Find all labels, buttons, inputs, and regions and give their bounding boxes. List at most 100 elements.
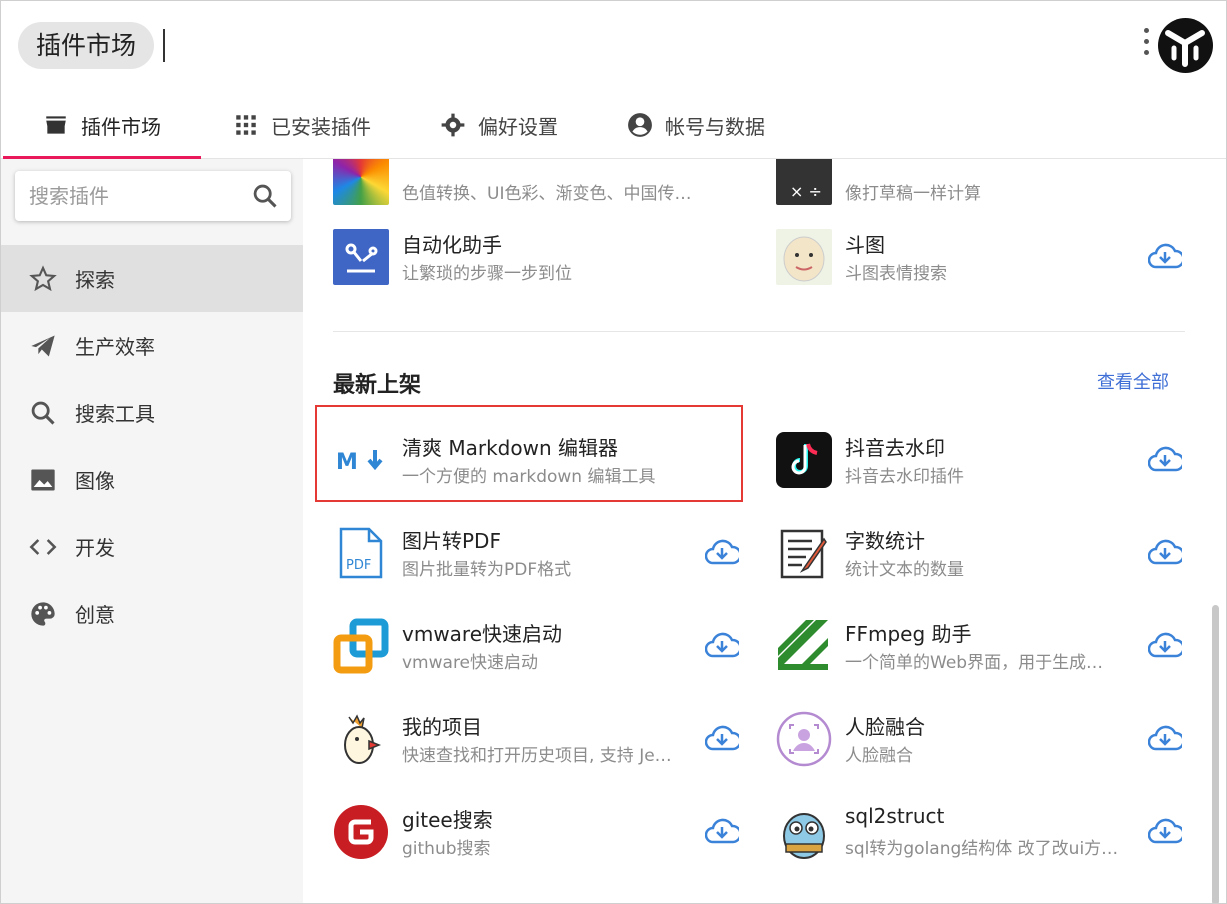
text-caret — [163, 29, 165, 62]
star-icon — [29, 264, 57, 291]
plugin-title: 抖音去水印 — [845, 436, 945, 460]
plugin-desc: 斗图表情搜索 — [845, 264, 947, 284]
download-cloud-icon[interactable] — [1148, 446, 1182, 472]
download-cloud-icon[interactable] — [705, 818, 739, 844]
vmware-icon — [333, 618, 389, 674]
sidebar: 探索 生产效率 搜索工具 图像 开发 创意 — [1, 159, 303, 903]
plugin-card[interactable]: vmware快速启动 vmware快速启动 — [333, 606, 753, 686]
tab-account-data[interactable]: 帐号与数据 — [627, 91, 765, 159]
plugin-card[interactable]: 色值转换、UI色彩、渐变色、中国传统… — [333, 159, 753, 217]
plugin-title: sql2struct — [845, 804, 945, 828]
plugin-card[interactable]: 自动化助手 让繁琐的步骤一步到位 — [333, 217, 753, 297]
plugin-card[interactable]: × ÷ 像打草稿一样计算 — [776, 159, 1196, 217]
download-cloud-icon[interactable] — [1148, 725, 1182, 751]
tab-label: 帐号与数据 — [665, 114, 765, 139]
download-cloud-icon[interactable] — [1148, 818, 1182, 844]
plugin-card[interactable]: 字数统计 统计文本的数量 — [776, 513, 1196, 593]
plugin-title: FFmpeg 助手 — [845, 622, 972, 646]
sidebar-item-label: 开发 — [75, 536, 115, 560]
plugin-desc: 人脸融合 — [845, 746, 913, 766]
tiktok-icon — [776, 432, 832, 488]
plugin-desc: 色值转换、UI色彩、渐变色、中国传统… — [402, 184, 702, 204]
account-circle-icon — [628, 113, 652, 137]
gear-icon — [441, 113, 465, 137]
plugin-title: 图片转PDF — [402, 529, 501, 553]
tab-preferences[interactable]: 偏好设置 — [440, 91, 558, 159]
download-cloud-icon[interactable] — [1148, 539, 1182, 565]
plugin-card[interactable]: 人脸融合 人脸融合 — [776, 699, 1196, 779]
rooster-icon — [333, 711, 389, 767]
plugin-card[interactable]: FFmpeg 助手 一个简单的Web界面，用于生成… — [776, 606, 1196, 686]
ffmpeg-icon — [776, 618, 832, 674]
sidebar-item-explore[interactable]: 探索 — [1, 245, 303, 312]
tab-plugin-market[interactable]: 插件市场 — [43, 91, 161, 159]
app-logo-icon[interactable] — [1158, 18, 1213, 73]
plugin-title: 人脸融合 — [845, 715, 925, 739]
download-cloud-icon[interactable] — [1148, 632, 1182, 658]
scrollbar[interactable] — [1212, 605, 1219, 903]
pdf-file-icon: PDF — [333, 525, 389, 581]
plugin-card[interactable]: 抖音去水印 抖音去水印插件 — [776, 420, 1196, 500]
plugin-desc: vmware快速启动 — [402, 653, 539, 673]
sidebar-item-productivity[interactable]: 生产效率 — [1, 312, 303, 379]
sidebar-item-search-tools[interactable]: 搜索工具 — [1, 379, 303, 446]
plugin-title: 我的项目 — [402, 715, 482, 739]
download-cloud-icon[interactable] — [705, 539, 739, 565]
plugin-card[interactable]: 斗图 斗图表情搜索 — [776, 217, 1196, 297]
section-title: 最新上架 — [333, 373, 422, 398]
sidebar-item-develop[interactable]: 开发 — [1, 513, 303, 580]
plugin-card[interactable]: sql2struct sql转为golang结构体 改了改ui方… — [776, 792, 1196, 872]
plugin-desc: 抖音去水印插件 — [845, 467, 964, 487]
plugin-desc: 统计文本的数量 — [845, 560, 964, 580]
plugin-desc: sql转为golang结构体 改了改ui方… — [845, 839, 1119, 859]
svg-text:× ÷: × ÷ — [790, 182, 822, 201]
plugin-card[interactable]: 我的项目 快速查找和打开历史项目, 支持 Je… — [333, 699, 753, 779]
plugin-desc: github搜索 — [402, 839, 491, 859]
plugin-title: 字数统计 — [845, 529, 925, 553]
search-box — [15, 171, 291, 221]
app-title-chip[interactable]: 插件市场 — [18, 22, 155, 69]
search-icon[interactable] — [251, 182, 279, 210]
top-bar: 插件市场 — [1, 1, 1226, 91]
plugin-title: 斗图 — [845, 233, 885, 257]
search-icon — [31, 401, 55, 425]
section-divider — [333, 331, 1185, 332]
more-options-icon[interactable] — [1140, 28, 1152, 64]
selection-highlight — [315, 405, 743, 502]
palette-icon — [31, 601, 55, 626]
see-all-link[interactable]: 查看全部 — [1097, 368, 1169, 394]
tab-label: 偏好设置 — [478, 114, 558, 139]
meme-face-icon — [776, 229, 832, 285]
plugin-desc: 让繁琐的步骤一步到位 — [402, 264, 572, 284]
store-icon — [46, 116, 66, 134]
plugin-title: gitee搜索 — [402, 808, 493, 832]
robot-arm-icon — [333, 229, 389, 285]
plugin-desc: 一个简单的Web界面，用于生成… — [845, 653, 1104, 673]
tab-installed-plugins[interactable]: 已安装插件 — [233, 91, 371, 159]
apps-grid-icon — [236, 115, 256, 135]
calculator-icon: × ÷ — [776, 159, 832, 205]
sidebar-item-creative[interactable]: 创意 — [1, 580, 303, 647]
plugin-card[interactable]: PDF 图片转PDF 图片批量转为PDF格式 — [333, 513, 753, 593]
plugin-card[interactable]: gitee搜索 github搜索 — [333, 792, 753, 872]
tab-label: 已安装插件 — [271, 114, 371, 139]
image-icon — [31, 469, 55, 490]
gitee-icon — [333, 804, 389, 860]
nav-tabs: 插件市场 已安装插件 偏好设置 帐号与数据 — [1, 91, 1226, 159]
document-pen-icon — [776, 525, 832, 581]
plugin-desc: 像打草稿一样计算 — [845, 184, 981, 204]
download-cloud-icon[interactable] — [1148, 243, 1182, 269]
download-cloud-icon[interactable] — [705, 632, 739, 658]
send-icon — [31, 335, 55, 356]
main-content: 色值转换、UI色彩、渐变色、中国传统… × ÷ 像打草稿一样计算 自动化助手 让… — [303, 159, 1226, 903]
search-input[interactable] — [29, 181, 239, 211]
sidebar-item-image[interactable]: 图像 — [1, 446, 303, 513]
sidebar-item-label: 图像 — [75, 469, 115, 493]
plugin-desc: 快速查找和打开历史项目, 支持 Je… — [402, 746, 672, 766]
plugin-title: 自动化助手 — [402, 233, 502, 257]
app-window: 插件市场 插件市场 已安装插件 偏好设置 帐号与数据 搜索插件 探索 生产效率 … — [0, 0, 1227, 904]
download-cloud-icon[interactable] — [705, 725, 739, 751]
plugin-title: vmware快速启动 — [402, 622, 563, 646]
sidebar-item-label: 探索 — [75, 268, 115, 292]
face-frame-icon — [776, 711, 832, 767]
